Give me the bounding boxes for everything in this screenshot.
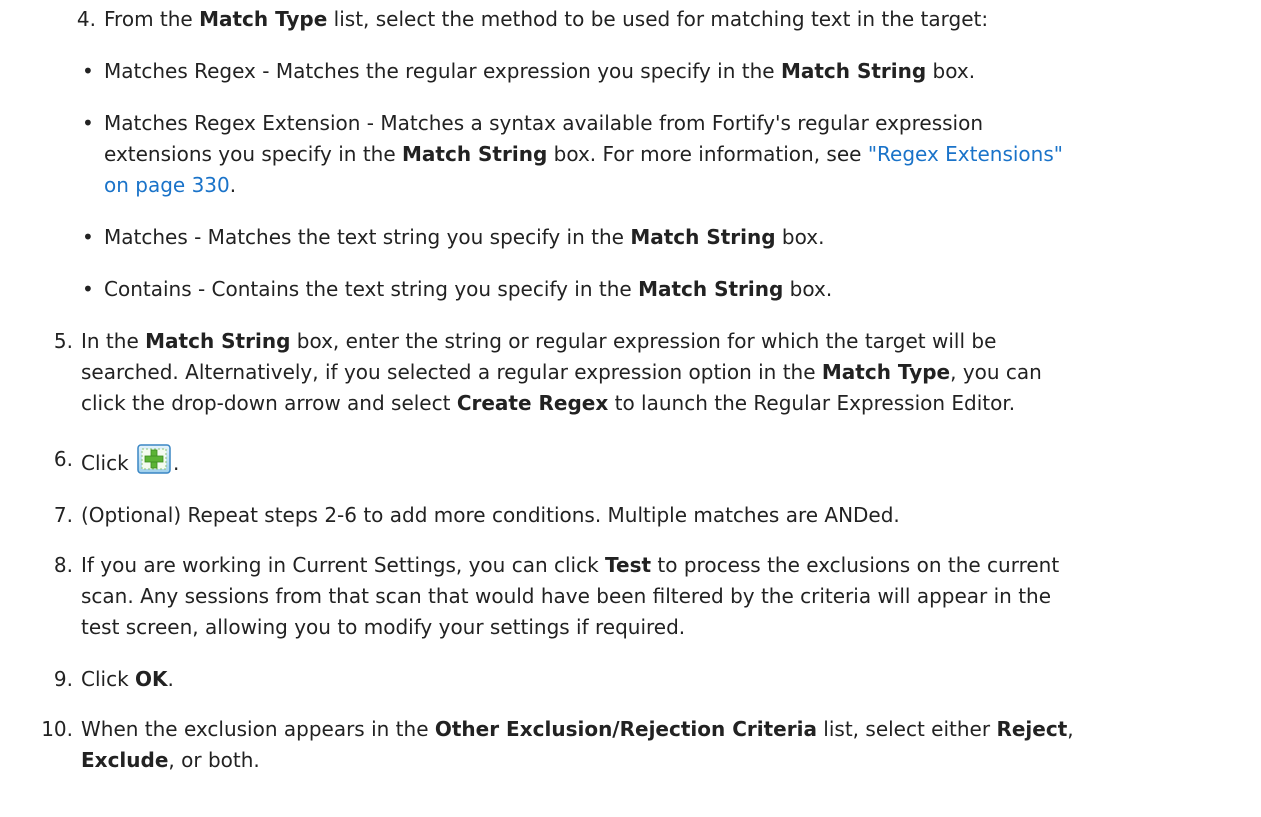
bullet-matches-regex-extension: • Matches Regex Extension - Matches a sy… <box>82 108 983 138</box>
step-number: 4. <box>76 7 96 31</box>
ui-term: Match Type <box>199 7 328 31</box>
step-5: 5. In the Match String box, enter the st… <box>54 326 996 356</box>
step-number: 10. <box>41 717 73 741</box>
step-5-line2: searched. Alternatively, if you selected… <box>81 360 1042 384</box>
regex-extensions-link[interactable]: "Regex Extensions" <box>868 142 1063 166</box>
add-condition-icon[interactable] <box>137 444 171 474</box>
bullet-matches-regex-extension-line2: extensions you specify in the Match Stri… <box>104 142 1063 166</box>
bullet-dot: • <box>82 277 94 301</box>
step-4: 4. From the Match Type list, select the … <box>77 4 988 34</box>
step-10: 10. When the exclusion appears in the Ot… <box>41 714 1073 744</box>
step-number: 9. <box>53 667 73 691</box>
regex-extensions-page-link[interactable]: on page 330 <box>104 173 230 197</box>
step-8-line3: test screen, allowing you to modify your… <box>81 615 686 639</box>
bullet-dot: • <box>82 59 94 83</box>
bullet-dot: • <box>82 225 94 249</box>
step-6: 6. Click . <box>54 444 179 478</box>
step-number: 8. <box>53 553 73 577</box>
bullet-matches-regex: • Matches Regex - Matches the regular ex… <box>82 56 975 86</box>
step-number: 5. <box>53 329 73 353</box>
document-page: 4. From the Match Type list, select the … <box>0 0 1261 817</box>
step-10-line2: Exclude, or both. <box>81 748 260 772</box>
step-7: 7. (Optional) Repeat steps 2-6 to add mo… <box>54 500 900 530</box>
bullet-contains: • Contains - Contains the text string yo… <box>82 274 832 304</box>
step-5-line3: click the drop-down arrow and select Cre… <box>81 391 1016 415</box>
step-8-line2: scan. Any sessions from that scan that w… <box>81 584 1052 608</box>
step-8: 8. If you are working in Current Setting… <box>54 550 1059 580</box>
step-number: 6. <box>53 447 73 471</box>
step-9: 9. Click OK. <box>54 664 174 694</box>
bullet-matches-regex-extension-line3: on page 330. <box>104 173 237 197</box>
step-number: 7. <box>53 503 73 527</box>
bullet-matches: • Matches - Matches the text string you … <box>82 222 824 252</box>
bullet-dot: • <box>82 111 94 135</box>
